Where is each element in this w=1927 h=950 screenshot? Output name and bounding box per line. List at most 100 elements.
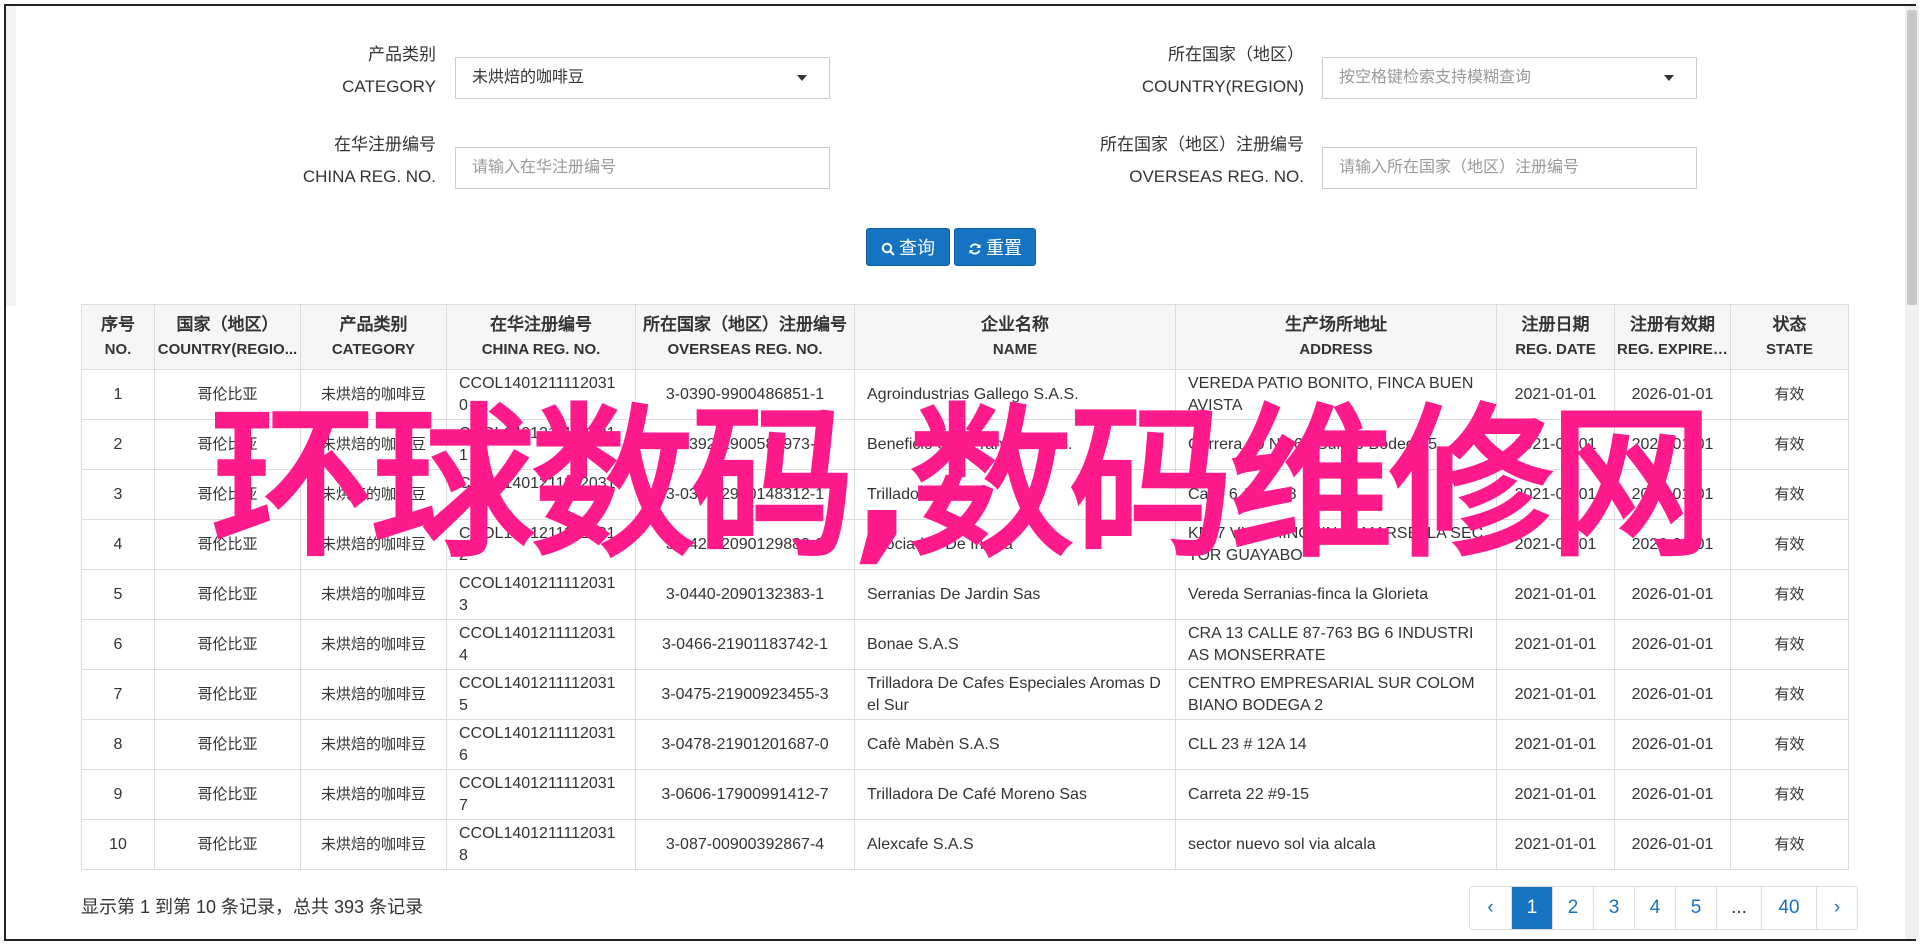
- search-button-label: 查询: [899, 238, 935, 258]
- column-header-cn: 注册有效期: [1630, 315, 1715, 334]
- pagination-page-40[interactable]: 40: [1761, 887, 1816, 929]
- table-cell-reg-expire: 2026-01-01: [1614, 719, 1731, 770]
- column-header-reg-date: 注册日期 REG. DATE: [1496, 304, 1615, 370]
- column-header-en: CATEGORY: [331, 341, 416, 358]
- column-header-en: NO.: [104, 341, 132, 358]
- table-cell-china-reg: CCOL14012111120316: [446, 719, 636, 770]
- overseas-reg-input[interactable]: 请输入所在国家（地区）注册编号: [1322, 147, 1697, 189]
- table-row: 8 哥伦比亚 未烘焙的咖啡豆 CCOL14012111120316 3-0478-219…: [81, 719, 1849, 770]
- table-cell-address: CLL 23 # 12A 14: [1175, 719, 1497, 770]
- column-header-en: CHINA REG. NO.: [481, 341, 601, 358]
- column-header-cn: 企业名称: [981, 315, 1049, 334]
- table-cell-address: Carreta 22 #9-15: [1175, 769, 1497, 820]
- table-cell-overseas-reg: 3-0606-17900991412-7: [635, 769, 855, 820]
- table-cell-no: 6: [81, 619, 155, 670]
- table-cell-country: 哥伦比亚: [154, 669, 301, 720]
- column-header-cn: 状态: [1772, 315, 1807, 334]
- search-button[interactable]: 查询: [866, 228, 950, 266]
- country-label-cn: 所在国家（地区）: [1168, 45, 1304, 64]
- table-cell-china-reg: CCOL14012111120318: [446, 819, 636, 870]
- pagination-page-4[interactable]: 4: [1634, 887, 1675, 929]
- pagination-page-5[interactable]: 5: [1675, 887, 1716, 929]
- table-cell-name: Trilladora De Café Moreno Sas: [854, 769, 1176, 820]
- table-cell-state: 有效: [1730, 619, 1849, 670]
- table-cell-name: Trilladora De Cafes Especiales Aromas De…: [854, 669, 1176, 720]
- pagination-summary: 显示第 1 到第 10 条记录，总共 393 条记录: [81, 897, 424, 917]
- pagination-prev-button[interactable]: ‹: [1470, 887, 1511, 929]
- table-cell-overseas-reg: 3-0478-21901201687-0: [635, 719, 855, 770]
- table-cell-no: 10: [81, 819, 155, 870]
- table-cell-country: 哥伦比亚: [154, 819, 301, 870]
- table-cell-reg-expire: 2026-01-01: [1614, 619, 1731, 670]
- table-cell-category: 未烘焙的咖啡豆: [300, 619, 447, 670]
- table-header: 序号 NO. 国家（地区） COUNTRY(REGIO... 产品类别 CATEGORY 在…: [81, 304, 1849, 370]
- table-row: 10 哥伦比亚 未烘焙的咖啡豆 CCOL14012111120318 3-087-009…: [81, 819, 1849, 870]
- table-cell-name: Cafè Mabèn S.A.S: [854, 719, 1176, 770]
- pagination-page-2[interactable]: 2: [1552, 887, 1593, 929]
- table-cell-category: 未烘焙的咖啡豆: [300, 719, 447, 770]
- table-cell-reg-date: 2021-01-01: [1496, 619, 1615, 670]
- table-cell-china-reg: CCOL14012111120314: [446, 619, 636, 670]
- column-header-en: ADDRESS: [1299, 341, 1373, 358]
- category-select-value: 未烘焙的咖啡豆: [472, 69, 585, 86]
- table-cell-china-reg: CCOL14012111120317: [446, 769, 636, 820]
- country-label-en: COUNTRY(REGION): [1141, 77, 1304, 96]
- pagination-page-3[interactable]: 3: [1593, 887, 1634, 929]
- table-cell-address: CENTRO EMPRESARIAL SUR COLOMBIANO BODEGA…: [1175, 669, 1497, 720]
- country-select-placeholder: 按空格键检索支持模糊查询: [1339, 69, 1532, 86]
- table-cell-reg-date: 2021-01-01: [1496, 669, 1615, 720]
- table-cell-no: 9: [81, 769, 155, 820]
- watermark-overlay: 环球数码,数码维修网: [210, 389, 1713, 580]
- column-header-cn: 生产场所地址: [1285, 315, 1387, 334]
- column-header-no: 序号 NO.: [81, 304, 155, 370]
- reset-button[interactable]: 重置: [954, 228, 1036, 266]
- table-cell-overseas-reg: 3-0475-21900923455-3: [635, 669, 855, 720]
- pagination-next-button[interactable]: ›: [1816, 887, 1857, 929]
- column-header-overseas-reg: 所在国家（地区）注册编号 OVERSEAS REG. NO.: [635, 304, 855, 370]
- column-header-en: REG. EXPIRE ...: [1617, 341, 1728, 358]
- table-cell-name: Bonae S.A.S: [854, 619, 1176, 670]
- column-header-en: REG. DATE: [1515, 341, 1596, 358]
- column-header-cn: 注册日期: [1521, 315, 1590, 334]
- column-header-cn: 国家（地区）: [176, 315, 279, 334]
- column-header-reg-expire: 注册有效期 REG. EXPIRE ...: [1614, 304, 1731, 370]
- table-row: 9 哥伦比亚 未烘焙的咖啡豆 CCOL14012111120317 3-0606-179…: [81, 769, 1849, 820]
- vertical-scrollbar[interactable]: [1905, 6, 1919, 939]
- table-cell-overseas-reg: 3-0466-21901183742-1: [635, 619, 855, 670]
- header-row: 序号 NO. 国家（地区） COUNTRY(REGIO... 产品类别 CATEGORY 在…: [81, 304, 1849, 370]
- table-cell-category: 未烘焙的咖啡豆: [300, 669, 447, 720]
- table-cell-reg-date: 2021-01-01: [1496, 819, 1615, 870]
- chevron-down-icon: [797, 75, 807, 81]
- column-header-country: 国家（地区） COUNTRY(REGIO...: [154, 304, 301, 370]
- country-select[interactable]: 按空格键检索支持模糊查询: [1322, 57, 1697, 99]
- table-cell-china-reg: CCOL14012111120315: [446, 669, 636, 720]
- table-cell-name: Alexcafe S.A.S: [854, 819, 1176, 870]
- china-reg-label-en: CHINA REG. NO.: [302, 167, 436, 186]
- china-reg-label-cn: 在华注册编号: [334, 135, 436, 154]
- category-label: 产品类别 CATEGORY: [236, 39, 436, 103]
- column-header-cn: 产品类别: [339, 315, 408, 334]
- category-select[interactable]: 未烘焙的咖啡豆: [455, 57, 830, 99]
- table-cell-reg-date: 2021-01-01: [1496, 769, 1615, 820]
- table-cell-address: sector nuevo sol via alcala: [1175, 819, 1497, 870]
- china-reg-label: 在华注册编号 CHINA REG. NO.: [236, 129, 436, 193]
- table-cell-state: 有效: [1730, 819, 1849, 870]
- overseas-reg-label-cn: 所在国家（地区）注册编号: [1100, 135, 1304, 154]
- column-header-en: OVERSEAS REG. NO.: [667, 341, 823, 358]
- pagination-page-1[interactable]: 1: [1511, 887, 1552, 929]
- overseas-reg-label: 所在国家（地区）注册编号 OVERSEAS REG. NO.: [1000, 129, 1304, 193]
- table-cell-reg-expire: 2026-01-01: [1614, 819, 1731, 870]
- table-cell-address: CRA 13 CALLE 87-763 BG 6 INDUSTRIAS MONS…: [1175, 619, 1497, 670]
- chevron-down-icon: [1664, 75, 1674, 81]
- scrollbar-thumb[interactable]: [1907, 10, 1917, 305]
- table-cell-country: 哥伦比亚: [154, 719, 301, 770]
- column-header-state: 状态 STATE: [1730, 304, 1849, 370]
- table-cell-category: 未烘焙的咖啡豆: [300, 819, 447, 870]
- column-header-address: 生产场所地址 ADDRESS: [1175, 304, 1497, 370]
- column-header-cn: 序号: [101, 315, 135, 334]
- table-cell-country: 哥伦比亚: [154, 769, 301, 820]
- table-cell-reg-date: 2021-01-01: [1496, 719, 1615, 770]
- china-reg-input[interactable]: 请输入在华注册编号: [455, 147, 830, 189]
- table-cell-state: 有效: [1730, 569, 1849, 620]
- refresh-icon: [969, 243, 981, 255]
